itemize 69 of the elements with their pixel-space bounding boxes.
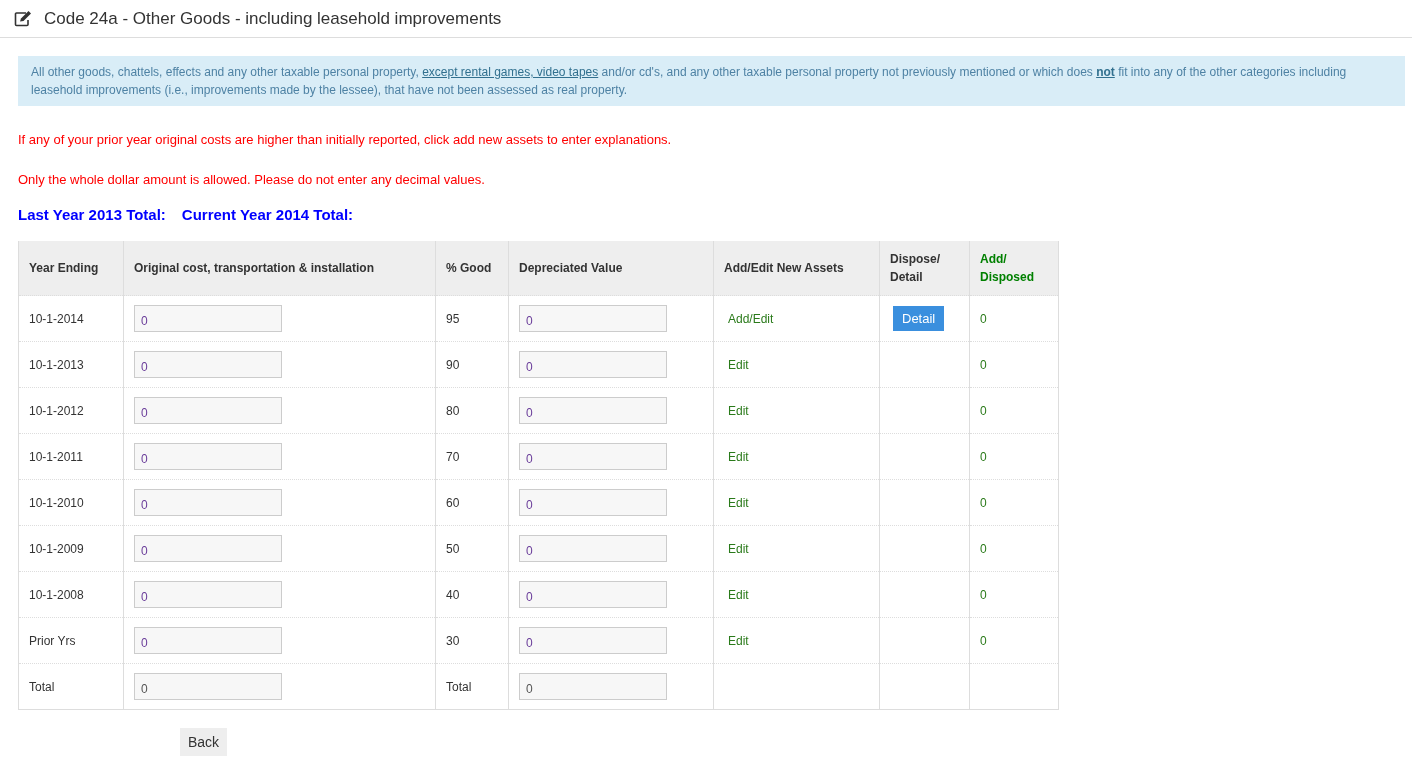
percent-text: 40 — [446, 587, 460, 602]
info-notice: All other goods, chattels, effects and any other taxable personal property, except rental games, video tapes and/or cd's, and any other taxable personal property not previously mentioned or which does not fit into any of the other categories including leasehold improvements (i.e., improvements made by the lessee), that have not been assessed as real property. — [18, 56, 1405, 106]
edit-link[interactable]: Edit — [724, 357, 749, 372]
percent-text: 60 — [446, 495, 460, 510]
count-text: 0 — [980, 449, 987, 464]
column-header: Year Ending — [29, 261, 99, 275]
warning-text: If any of your prior year original costs are higher than initially reported, click add new assets to enter explanations. — [18, 132, 673, 147]
amount-field[interactable]: 0 — [134, 443, 282, 470]
amount-field[interactable]: 0 — [134, 581, 282, 608]
count-text: 0 — [980, 311, 987, 326]
edit-link[interactable]: Edit — [724, 495, 749, 510]
count-text: 0 — [980, 633, 987, 648]
edit-link[interactable]: Edit — [724, 541, 749, 556]
warning-text: Only the whole dollar amount is allowed. Please do not enter any decimal values. — [18, 172, 486, 187]
column-header: Original cost, transportation & installation — [134, 261, 375, 275]
amount-field[interactable]: 0 — [519, 581, 667, 608]
notice-link[interactable]: not — [1096, 65, 1115, 79]
count-text: 0 — [980, 495, 987, 510]
amount-field[interactable]: 0 — [134, 489, 282, 516]
count-text: 0 — [980, 403, 987, 418]
year-text: 10-1-2010 — [29, 495, 84, 510]
year-text: 10-1-2009 — [29, 541, 84, 556]
amount-field[interactable]: 0 — [134, 673, 282, 700]
amount-field[interactable]: 0 — [134, 397, 282, 424]
edit-link[interactable]: Add/Edit — [724, 311, 774, 326]
year-text: Prior Yrs — [29, 633, 76, 648]
amount-field[interactable]: 0 — [519, 351, 667, 378]
year-text: 10-1-2012 — [29, 403, 84, 418]
notice-link[interactable]: except rental games, video tapes — [422, 65, 599, 79]
year-text: 10-1-2013 — [29, 357, 84, 372]
year-text: 10-1-2014 — [29, 311, 84, 326]
year-text: 10-1-2008 — [29, 587, 84, 602]
amount-field[interactable]: 0 — [519, 397, 667, 424]
percent-text: 90 — [446, 357, 460, 372]
amount-field[interactable]: 0 — [519, 489, 667, 516]
amount-field[interactable]: 0 — [134, 351, 282, 378]
amount-field[interactable]: 0 — [134, 627, 282, 654]
total-heading: Current Year 2014 Total: — [181, 206, 354, 223]
column-header: Add/Edit New Assets — [724, 261, 844, 275]
amount-field[interactable]: 0 — [134, 535, 282, 562]
back-button[interactable]: Back — [180, 728, 228, 756]
percent-text: 50 — [446, 541, 460, 556]
column-header: Dispose/ Detail — [890, 252, 940, 284]
year-text: Total — [29, 679, 55, 694]
amount-field[interactable]: 0 — [519, 627, 667, 654]
edit-link[interactable]: Edit — [724, 403, 749, 418]
percent-text: Total — [446, 679, 472, 694]
count-text: 0 — [980, 541, 987, 556]
edit-link[interactable]: Edit — [724, 633, 749, 648]
amount-field[interactable]: 0 — [519, 305, 667, 332]
year-text: 10-1-2011 — [29, 449, 83, 464]
percent-text: 70 — [446, 449, 460, 464]
amount-field[interactable]: 0 — [519, 673, 667, 700]
count-text: 0 — [980, 357, 987, 372]
column-header: Add/ Disposed — [980, 252, 1034, 284]
percent-text: 80 — [446, 403, 460, 418]
column-header: % Good — [446, 261, 492, 275]
column-header: Depreciated Value — [519, 261, 623, 275]
percent-text: 30 — [446, 633, 460, 648]
count-text: 0 — [980, 587, 987, 602]
edit-icon — [14, 10, 32, 27]
edit-link[interactable]: Edit — [724, 449, 749, 464]
amount-field[interactable]: 0 — [134, 305, 282, 332]
edit-link[interactable]: Edit — [724, 587, 749, 602]
page-title: Code 24a - Other Goods - including leasehold improvements — [44, 8, 502, 29]
total-heading: Last Year 2013 Total: — [18, 206, 166, 223]
amount-field[interactable]: 0 — [519, 535, 667, 562]
percent-text: 95 — [446, 311, 460, 326]
amount-field[interactable]: 0 — [519, 443, 667, 470]
